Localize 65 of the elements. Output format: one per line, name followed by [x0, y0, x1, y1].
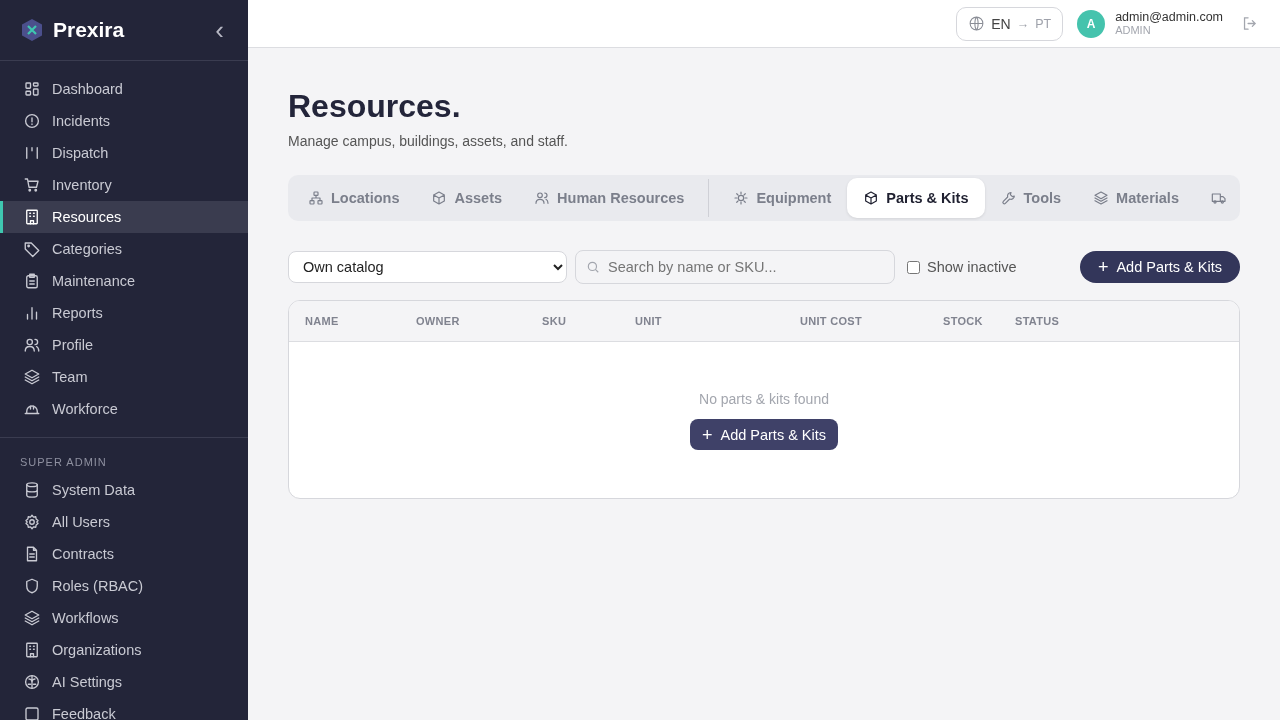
truck-icon [1210, 190, 1227, 206]
cube-icon [863, 190, 880, 206]
add-button[interactable]: + Add Parts & Kits [689, 419, 839, 450]
cart-icon [23, 176, 41, 194]
alert-icon [23, 112, 41, 130]
nav-item[interactable]: Resources [0, 201, 248, 233]
nav-item[interactable]: Profile [0, 329, 248, 361]
tab[interactable]: Parts & Kits [847, 178, 985, 218]
nav-item[interactable]: Team [0, 361, 248, 393]
layers-icon [23, 368, 41, 386]
layers-icon [23, 609, 41, 627]
nav-item[interactable]: Organizations [0, 634, 248, 666]
search-icon [586, 260, 600, 274]
settings-icon [23, 513, 41, 531]
nav-item[interactable]: Dispatch [0, 137, 248, 169]
building-icon [23, 208, 41, 226]
user-role: ADMIN [1115, 24, 1152, 37]
nav-item[interactable]: Workforce [0, 393, 248, 425]
hexagon-logo-icon [20, 18, 44, 42]
globe-icon [968, 15, 986, 32]
checkbox-label: Show inactive [927, 259, 1017, 275]
nav-item[interactable]: Roles (RBAC) [0, 570, 248, 602]
database-icon [23, 481, 41, 499]
language-switch[interactable]: EN → PT [956, 6, 1064, 41]
nav-item[interactable]: AI Settings [0, 666, 248, 698]
nav-item[interactable]: Contracts [0, 538, 248, 570]
page-subtitle: Manage campus, buildings, assets, and staff. [288, 133, 569, 149]
nav-item[interactable]: Reports [0, 297, 248, 329]
column-header: UNIT [635, 315, 663, 327]
building-icon [23, 641, 41, 659]
column-header: STATUS [1015, 315, 1060, 327]
users-icon [23, 336, 41, 354]
empty-message: No parts & kits found [699, 391, 829, 407]
wrench-icon [1000, 190, 1017, 206]
column-header: NAME [305, 315, 340, 327]
clipboard-icon [23, 272, 41, 290]
shield-icon [23, 577, 41, 595]
nav-item[interactable]: Maintenance [0, 265, 248, 297]
add-button[interactable]: + Add Parts & Kits [1079, 251, 1240, 283]
nav-item[interactable]: Workflows [0, 602, 248, 634]
nav-item[interactable]: Inventory [0, 169, 248, 201]
search-field[interactable]: Search by name or SKU... [575, 250, 895, 284]
column-header: STOCK [943, 315, 984, 327]
cog-icon [733, 190, 750, 206]
column-header: OWNER [416, 315, 461, 327]
users-icon [534, 190, 551, 206]
column-header: SKU [542, 315, 568, 327]
nav-item[interactable]: Incidents [0, 105, 248, 137]
nav-item[interactable]: Categories [0, 233, 248, 265]
page-title: Resources. [288, 88, 462, 125]
nav-item[interactable]: Dashboard [0, 73, 248, 105]
user-email: admin@admin.com [1115, 10, 1223, 25]
column-header: UNIT COST [800, 315, 863, 327]
bars-icon [23, 144, 41, 162]
grid-icon [23, 80, 41, 98]
catalog-dropdown[interactable]: Own catalog [288, 251, 567, 283]
layers-icon [1093, 190, 1110, 206]
tag-icon [23, 240, 41, 258]
collapse-button[interactable]: ‹ [211, 17, 228, 43]
cube-icon [431, 190, 448, 206]
network-icon [308, 190, 324, 206]
nav-item[interactable]: Feedback [0, 698, 248, 720]
nav-item[interactable]: System Data [0, 474, 248, 506]
nav-item[interactable]: All Users [0, 506, 248, 538]
brand-name: Prexira [53, 18, 126, 42]
